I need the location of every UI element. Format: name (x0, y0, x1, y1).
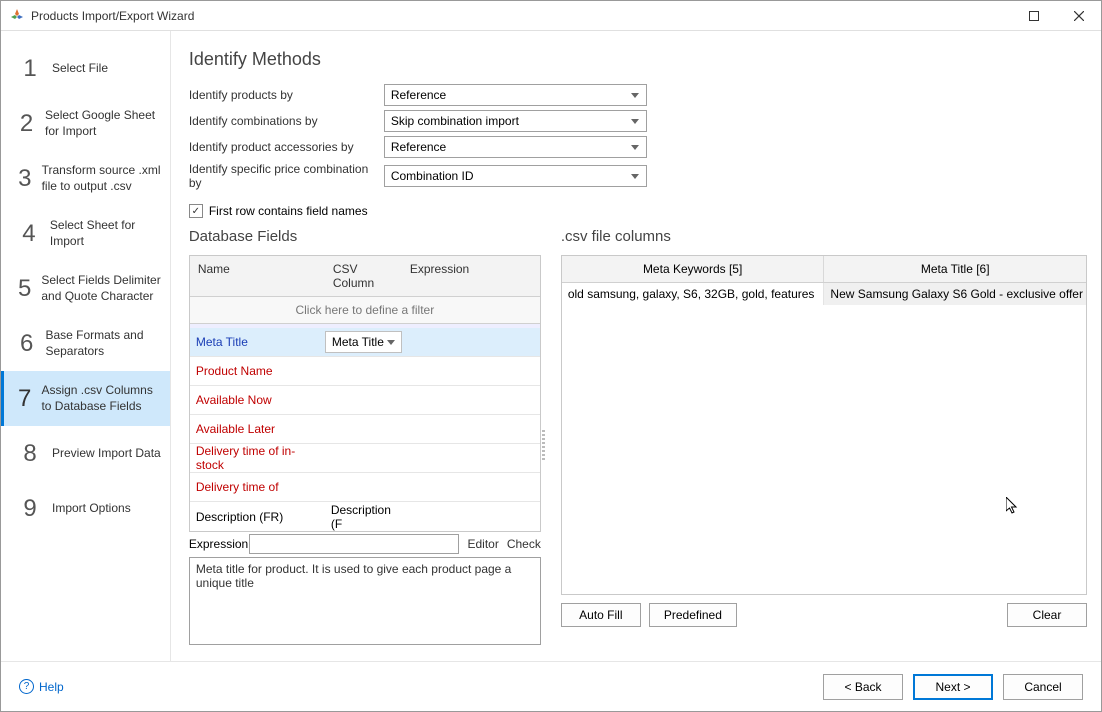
cancel-button[interactable]: Cancel (1003, 674, 1083, 700)
step-3[interactable]: 3Transform source .xml file to output .c… (1, 151, 170, 206)
csv-cell-meta-title[interactable]: New Samsung Galaxy S6 Gold - exclusive o… (824, 283, 1086, 305)
db-row-delivery-of[interactable]: Delivery time of (190, 473, 540, 502)
app-icon (9, 8, 25, 24)
csv-columns-heading: .csv file columns (561, 228, 1087, 245)
identify-accessories-select[interactable]: Reference (384, 136, 647, 158)
autofill-button[interactable]: Auto Fill (561, 603, 641, 627)
step-2[interactable]: 2Select Google Sheet for Import (1, 96, 170, 151)
step-5[interactable]: 5Select Fields Delimiter and Quote Chara… (1, 261, 170, 316)
first-row-fieldnames-checkbox[interactable]: ✓ (189, 204, 203, 218)
identify-products-label: Identify products by (189, 88, 384, 102)
step-4[interactable]: 4Select Sheet for Import (1, 206, 170, 261)
expression-input[interactable] (249, 534, 460, 554)
identify-accessories-label: Identify product accessories by (189, 140, 384, 154)
db-table-header: Name CSV Column Expression (190, 256, 540, 297)
check-link[interactable]: Check (507, 537, 541, 551)
clear-button[interactable]: Clear (1007, 603, 1087, 627)
db-filter-row[interactable]: Click here to define a filter (190, 297, 540, 324)
step-1[interactable]: 1Select File (1, 41, 170, 96)
titlebar: Products Import/Export Wizard (1, 1, 1101, 31)
editor-link[interactable]: Editor (467, 537, 498, 551)
next-button[interactable]: Next > (913, 674, 993, 700)
close-button[interactable] (1056, 1, 1101, 30)
identify-heading: Identify Methods (189, 49, 1087, 70)
db-row-description-fr[interactable]: Description (FR)Description (F (190, 502, 540, 531)
db-col-expr[interactable]: Expression (402, 256, 540, 296)
database-fields-table: Name CSV Column Expression Click here to… (189, 255, 541, 532)
identify-products-select[interactable]: Reference (384, 84, 647, 106)
wizard-footer: ? Help < Back Next > Cancel (1, 661, 1101, 711)
db-col-name[interactable]: Name (190, 256, 325, 296)
maximize-button[interactable] (1011, 1, 1056, 30)
help-link[interactable]: ? Help (19, 679, 64, 694)
identify-combinations-select[interactable]: Skip combination import (384, 110, 647, 132)
step-6[interactable]: 6Base Formats and Separators (1, 316, 170, 371)
help-icon: ? (19, 679, 34, 694)
csv-cell-meta-keywords[interactable]: old samsung, galaxy, S6, 32GB, gold, fea… (562, 283, 825, 305)
wizard-steps-sidebar: 1Select File 2Select Google Sheet for Im… (1, 31, 171, 661)
db-row-csv-select[interactable]: Meta Title (325, 331, 402, 353)
identify-combinations-label: Identify combinations by (189, 114, 384, 128)
db-row-product-name[interactable]: Product Name (190, 357, 540, 386)
field-description: Meta title for product. It is used to gi… (189, 557, 541, 645)
window-title: Products Import/Export Wizard (31, 9, 1011, 23)
db-col-csv[interactable]: CSV Column (325, 256, 402, 296)
step-8[interactable]: 8Preview Import Data (1, 426, 170, 481)
identify-price-combination-label: Identify specific price combination by (189, 162, 384, 190)
step-7[interactable]: 7Assign .csv Columns to Database Fields (1, 371, 170, 426)
db-row-available-later[interactable]: Available Later (190, 415, 540, 444)
predefined-button[interactable]: Predefined (649, 603, 737, 627)
step-9[interactable]: 9Import Options (1, 481, 170, 536)
database-fields-heading: Database Fields (189, 228, 541, 245)
csv-columns-grid: Meta Keywords [5] Meta Title [6] old sam… (561, 255, 1087, 595)
main-panel: Identify Methods Identify products byRef… (171, 31, 1101, 661)
vertical-splitter[interactable] (541, 228, 547, 661)
first-row-fieldnames-label: First row contains field names (209, 204, 368, 218)
back-button[interactable]: < Back (823, 674, 903, 700)
db-row-delivery-instock[interactable]: Delivery time of in-stock (190, 444, 540, 473)
db-row-meta-title[interactable]: Meta Title Meta Title (190, 328, 540, 357)
expression-label: Expression (189, 537, 249, 551)
csv-col-header-meta-keywords[interactable]: Meta Keywords [5] (562, 256, 825, 282)
identify-price-combination-select[interactable]: Combination ID (384, 165, 647, 187)
db-row-available-now[interactable]: Available Now (190, 386, 540, 415)
csv-col-header-meta-title[interactable]: Meta Title [6] (824, 256, 1086, 282)
